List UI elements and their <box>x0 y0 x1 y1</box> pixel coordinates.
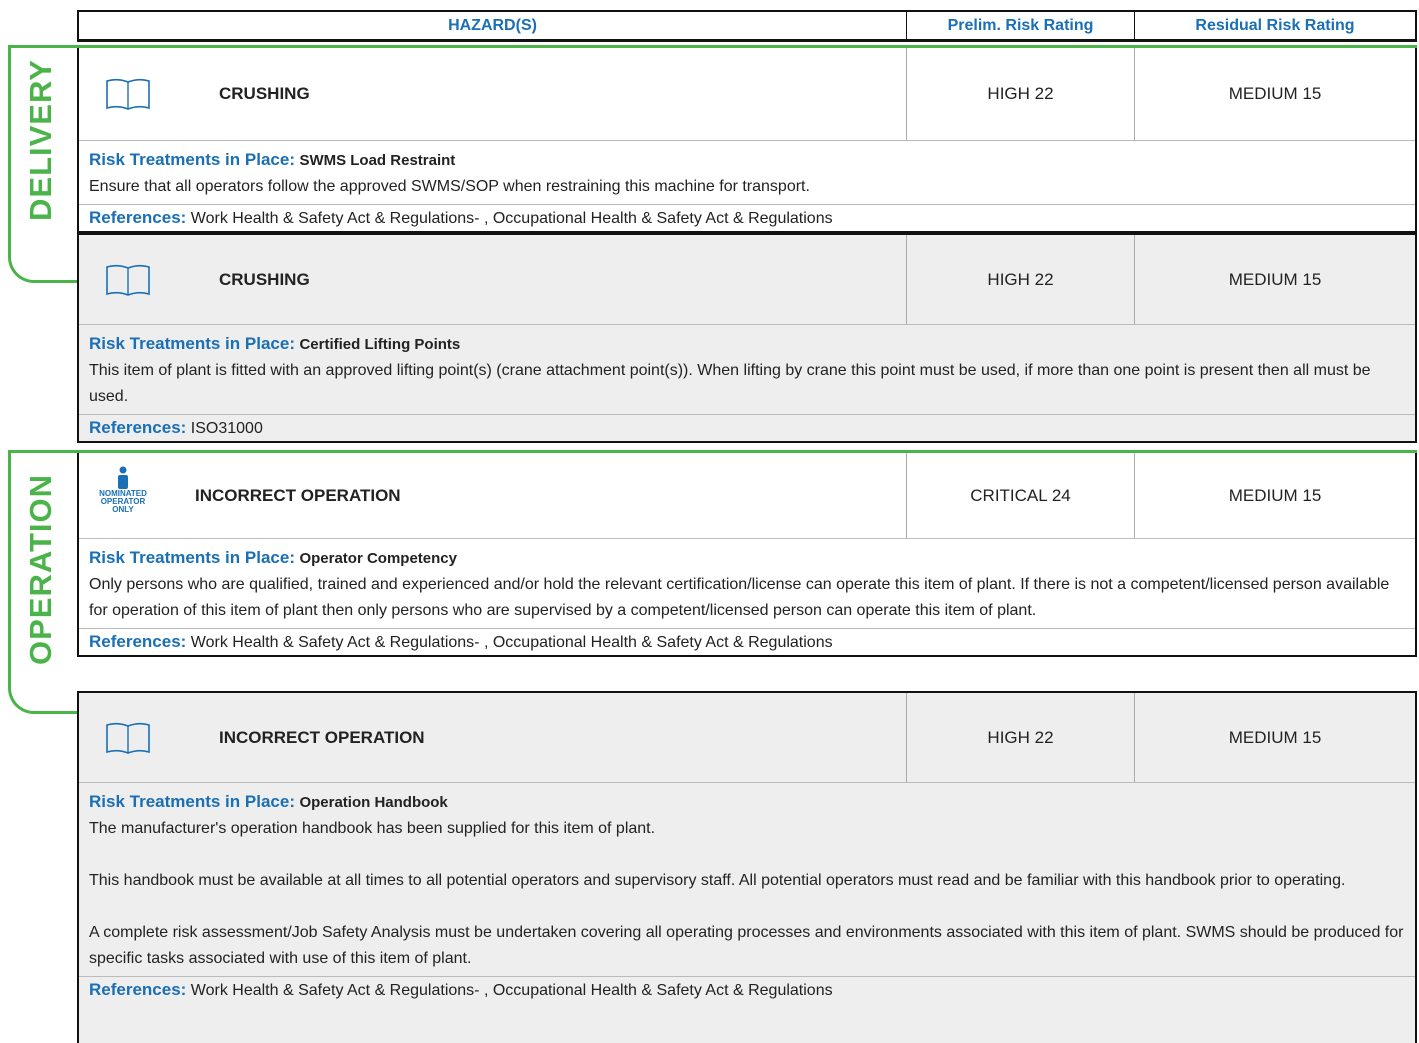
risk-treatment: Risk Treatments in Place: SWMS Load Rest… <box>79 140 1415 204</box>
hazard-block: NOMINATED OPERATOR ONLY INCORRECT OPERAT… <box>77 453 1417 657</box>
section-label-operation: OPERATION <box>23 474 58 665</box>
prelim-rating: HIGH 22 <box>906 235 1134 324</box>
risk-treatment-label: Risk Treatments in Place: <box>89 150 295 169</box>
hazard-name: INCORRECT OPERATION <box>219 727 425 747</box>
residual-rating: MEDIUM 15 <box>1134 693 1415 782</box>
hazard-name: INCORRECT OPERATION <box>195 485 401 505</box>
references-value: ISO31000 <box>190 420 263 437</box>
references-value: Work Health & Safety Act & Regulations- … <box>190 634 833 651</box>
risk-treatment: Risk Treatments in Place: Operation Hand… <box>79 782 1415 976</box>
table-header: HAZARD(S) Prelim. Risk Rating Residual R… <box>77 10 1417 42</box>
references: References: Work Health & Safety Act & R… <box>79 204 1415 231</box>
risk-treatment-description: Only persons who are qualified, trained … <box>89 576 1390 619</box>
risk-treatment-name: Certified Lifting Points <box>299 336 461 353</box>
references-label: References: <box>89 208 187 227</box>
risk-treatment-name: Operation Handbook <box>299 794 448 811</box>
references: References: Work Health & Safety Act & R… <box>79 976 1415 1003</box>
header-prelim-rating: Prelim. Risk Rating <box>906 12 1134 39</box>
handbook-icon <box>105 69 165 119</box>
references-value: Work Health & Safety Act & Regulations- … <box>190 982 833 999</box>
references-label: References: <box>89 632 187 651</box>
risk-treatment-label: Risk Treatments in Place: <box>89 334 295 353</box>
hazard-block: CRUSHING HIGH 22 MEDIUM 15 Risk Treatmen… <box>77 233 1417 443</box>
handbook-icon <box>105 255 165 305</box>
header-hazards: HAZARD(S) <box>448 16 537 34</box>
references: References: ISO31000 <box>79 414 1415 441</box>
section-label-delivery: DELIVERY <box>23 59 58 221</box>
hazard-row: CRUSHING HIGH 22 MEDIUM 15 <box>79 48 1415 140</box>
references-label: References: <box>89 418 187 437</box>
hazard-name: CRUSHING <box>219 84 310 103</box>
handbook-icon <box>105 713 165 763</box>
prelim-rating: HIGH 22 <box>906 693 1134 782</box>
risk-treatment-description: This item of plant is fitted with an app… <box>89 362 1371 405</box>
risk-treatment-description: The manufacturer's operation handbook ha… <box>89 820 1404 967</box>
references: References: Work Health & Safety Act & R… <box>79 628 1415 655</box>
hazard-block: CRUSHING HIGH 22 MEDIUM 15 Risk Treatmen… <box>77 48 1417 233</box>
prelim-rating: CRITICAL 24 <box>906 453 1134 538</box>
prelim-rating: HIGH 22 <box>906 48 1134 140</box>
hazard-block: INCORRECT OPERATION HIGH 22 MEDIUM 15 Ri… <box>77 691 1417 1043</box>
risk-treatment: Risk Treatments in Place: Operator Compe… <box>79 538 1415 628</box>
references-label: References: <box>89 980 187 999</box>
hazard-name: CRUSHING <box>219 269 310 289</box>
residual-rating: MEDIUM 15 <box>1134 48 1415 140</box>
hazard-row: INCORRECT OPERATION HIGH 22 MEDIUM 15 <box>79 693 1415 782</box>
risk-treatment-name: SWMS Load Restraint <box>299 152 456 169</box>
references-value: Work Health & Safety Act & Regulations- … <box>190 210 833 227</box>
residual-rating: MEDIUM 15 <box>1134 235 1415 324</box>
hazard-row: NOMINATED OPERATOR ONLY INCORRECT OPERAT… <box>79 453 1415 538</box>
risk-treatment-label: Risk Treatments in Place: <box>89 548 295 567</box>
risk-treatment-name: Operator Competency <box>299 550 457 567</box>
hazard-row: CRUSHING HIGH 22 MEDIUM 15 <box>79 235 1415 324</box>
risk-treatment-description: Ensure that all operators follow the app… <box>89 178 810 195</box>
header-residual-rating: Residual Risk Rating <box>1134 12 1415 39</box>
risk-treatment: Risk Treatments in Place: Certified Lift… <box>79 324 1415 414</box>
nominated-operator-icon: NOMINATED OPERATOR ONLY <box>93 466 153 521</box>
risk-treatment-label: Risk Treatments in Place: <box>89 792 295 811</box>
residual-rating: MEDIUM 15 <box>1134 453 1415 538</box>
